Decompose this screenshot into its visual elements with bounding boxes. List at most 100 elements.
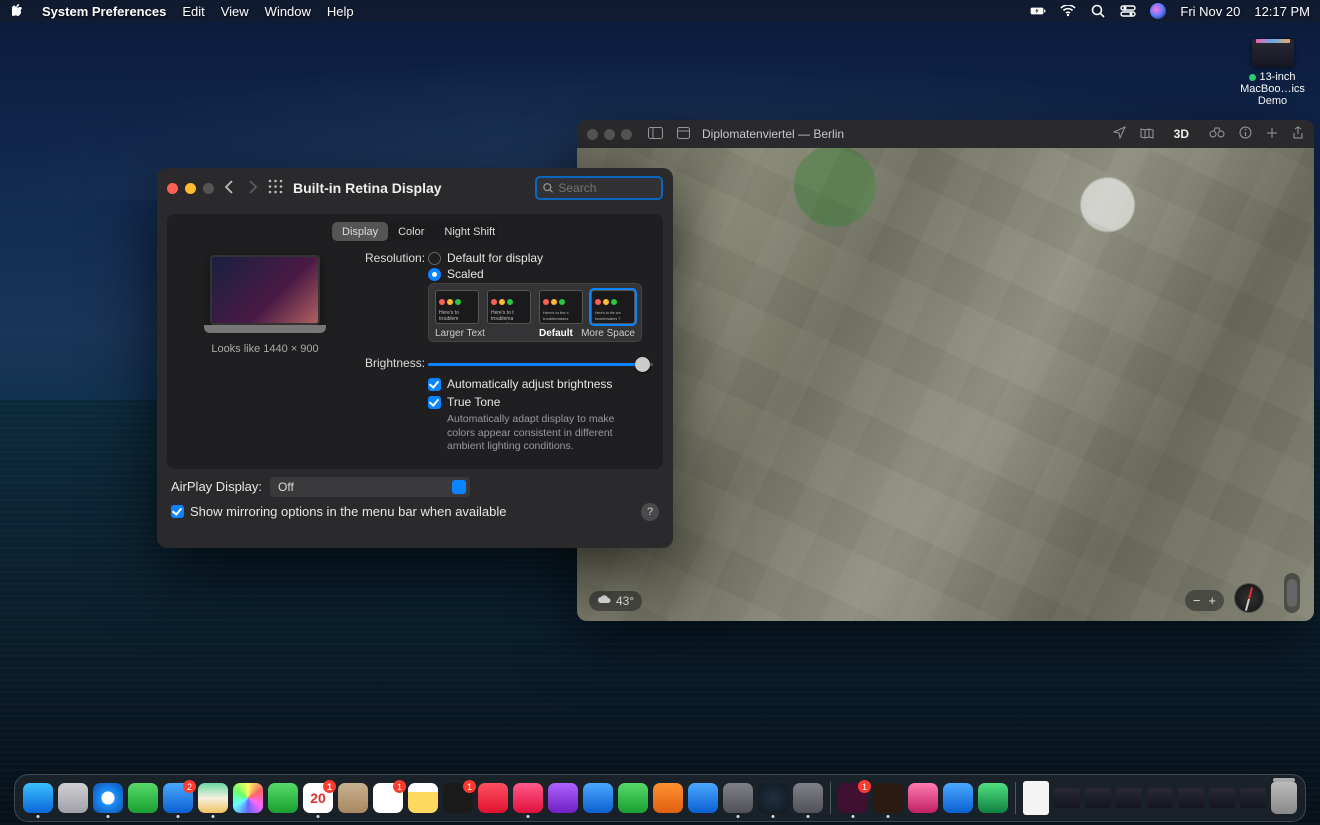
wifi-icon[interactable] xyxy=(1060,3,1076,19)
clock-date[interactable]: Fri Nov 20 xyxy=(1180,4,1240,19)
maps-toolbar: Diplomatenviertel — Berlin 3D xyxy=(577,120,1314,148)
cloud-icon xyxy=(597,594,611,608)
info-icon[interactable] xyxy=(1239,126,1252,142)
sidebar-toggle-icon[interactable] xyxy=(648,127,663,142)
weather-badge[interactable]: 43° xyxy=(589,591,642,611)
control-center-icon[interactable] xyxy=(1120,3,1136,19)
compass-icon[interactable] xyxy=(1234,583,1264,613)
menu-edit[interactable]: Edit xyxy=(182,4,204,19)
menu-window[interactable]: Window xyxy=(265,4,311,19)
dock-app-tv[interactable]: 1 xyxy=(443,783,473,813)
search-input[interactable] xyxy=(558,181,655,195)
battery-icon[interactable] xyxy=(1030,3,1046,19)
scale-option-2[interactable]: Here's to ttroublemaones who xyxy=(487,290,531,324)
app-name[interactable]: System Preferences xyxy=(42,4,166,19)
resolution-label: Resolution: xyxy=(365,251,428,342)
scale-option-larger[interactable]: Here's totroublem xyxy=(435,290,479,324)
dock-app-contacts[interactable] xyxy=(338,783,368,813)
map-mode-icon[interactable] xyxy=(1140,127,1154,142)
airplay-label: AirPlay Display: xyxy=(171,479,262,494)
file-thumbnail-icon xyxy=(1252,39,1294,67)
minimized-window[interactable] xyxy=(1209,788,1235,808)
desktop-screenshot-file[interactable]: 13-inch MacBoo…ics Demo xyxy=(1235,35,1310,107)
show-all-button[interactable] xyxy=(268,179,283,197)
location-icon[interactable] xyxy=(1113,126,1126,142)
dock-app-keynote[interactable] xyxy=(583,783,613,813)
checkbox-auto-brightness[interactable]: Automatically adjust brightness xyxy=(428,377,637,391)
brightness-slider[interactable] xyxy=(428,356,653,372)
clock-time[interactable]: 12:17 PM xyxy=(1254,4,1310,19)
dock-app-appstore[interactable] xyxy=(688,783,718,813)
search-field[interactable] xyxy=(535,176,663,200)
minimize-button[interactable] xyxy=(185,183,196,194)
dock: 2 201 1 1 1 xyxy=(14,774,1306,822)
minimized-window[interactable] xyxy=(1054,788,1080,808)
minimized-window[interactable] xyxy=(1116,788,1142,808)
checkbox-mirroring-menubar[interactable]: Show mirroring options in the menu bar w… xyxy=(171,504,507,519)
pref-toolbar: Built-in Retina Display xyxy=(157,168,673,208)
dock-app-pages[interactable] xyxy=(653,783,683,813)
maps-traffic-lights[interactable] xyxy=(587,129,632,140)
menu-view[interactable]: View xyxy=(221,4,249,19)
airplay-select[interactable]: Off⌃⌄ xyxy=(270,477,470,497)
dock-app-syspref[interactable] xyxy=(723,783,753,813)
dock-document[interactable] xyxy=(1023,781,1049,815)
map-viewport[interactable]: 43° −+ xyxy=(577,148,1314,621)
maps-window: Diplomatenviertel — Berlin 3D 43° −+ xyxy=(577,120,1314,621)
dock-app-pixelmator[interactable] xyxy=(873,783,903,813)
menu-help[interactable]: Help xyxy=(327,4,354,19)
tilt-control[interactable] xyxy=(1284,573,1300,613)
radio-default-display[interactable]: Default for display xyxy=(428,251,642,265)
dock-app-maps[interactable] xyxy=(198,783,228,813)
spotlight-icon[interactable] xyxy=(1090,3,1106,19)
add-bookmark-icon[interactable] xyxy=(1266,127,1278,142)
minimized-window[interactable] xyxy=(1147,788,1173,808)
dock-app-affinity-photo[interactable] xyxy=(908,783,938,813)
minimized-window[interactable] xyxy=(1240,788,1266,808)
siri-icon[interactable] xyxy=(1150,3,1166,19)
view-options-icon[interactable] xyxy=(677,127,690,142)
tab-color[interactable]: Color xyxy=(388,222,434,241)
dock-app-omnigraffle[interactable] xyxy=(978,783,1008,813)
brightness-label: Brightness: xyxy=(365,356,428,372)
checkbox-true-tone[interactable]: True Tone xyxy=(428,395,637,409)
dock-app-affinity-designer[interactable] xyxy=(943,783,973,813)
dock-app-numbers[interactable] xyxy=(618,783,648,813)
back-button[interactable] xyxy=(224,180,234,197)
scale-option-default[interactable]: Here's to the ctroublemakersones who see… xyxy=(539,290,583,324)
dock-app-mail[interactable]: 2 xyxy=(163,783,193,813)
zoom-in-icon[interactable]: + xyxy=(1208,593,1216,608)
tab-nightshift[interactable]: Night Shift xyxy=(434,222,498,241)
dock-app-screenshot[interactable] xyxy=(793,783,823,813)
binoculars-icon[interactable] xyxy=(1209,127,1225,141)
minimized-window[interactable] xyxy=(1085,788,1111,808)
tab-display[interactable]: Display xyxy=(332,222,388,241)
dock-app-news[interactable] xyxy=(478,783,508,813)
zoom-control[interactable]: −+ xyxy=(1185,590,1224,611)
help-button[interactable]: ? xyxy=(641,503,659,521)
radio-scaled[interactable]: Scaled xyxy=(428,267,642,281)
dock-app-photos[interactable] xyxy=(233,783,263,813)
dock-app-podcasts[interactable] xyxy=(548,783,578,813)
minimized-window[interactable] xyxy=(1178,788,1204,808)
scale-option-more-space[interactable]: Here's to the cratroublemakers Tones who… xyxy=(591,290,635,324)
file-label-2: MacBoo…ics Demo xyxy=(1235,83,1310,107)
dock-app-messages[interactable] xyxy=(128,783,158,813)
dock-app-finder[interactable] xyxy=(23,783,53,813)
dock-app-launchpad[interactable] xyxy=(58,783,88,813)
share-icon[interactable] xyxy=(1292,126,1304,143)
apple-menu-icon[interactable] xyxy=(10,3,26,19)
dock-app-safari[interactable] xyxy=(93,783,123,813)
trash-icon[interactable] xyxy=(1271,782,1297,814)
zoom-out-icon[interactable]: − xyxy=(1193,593,1201,608)
dock-app-reminders[interactable]: 1 xyxy=(373,783,403,813)
close-button[interactable] xyxy=(167,183,178,194)
dock-app-slack[interactable]: 1 xyxy=(838,783,868,813)
dock-app-notes[interactable] xyxy=(408,783,438,813)
dimension-toggle[interactable]: 3D xyxy=(1168,126,1195,142)
dock-app-facetime[interactable] xyxy=(268,783,298,813)
resolution-readout: Looks like 1440 × 900 xyxy=(177,343,353,355)
dock-app-music[interactable] xyxy=(513,783,543,813)
dock-app-calendar[interactable]: 201 xyxy=(303,783,333,813)
dock-app-quicktime[interactable] xyxy=(758,783,788,813)
